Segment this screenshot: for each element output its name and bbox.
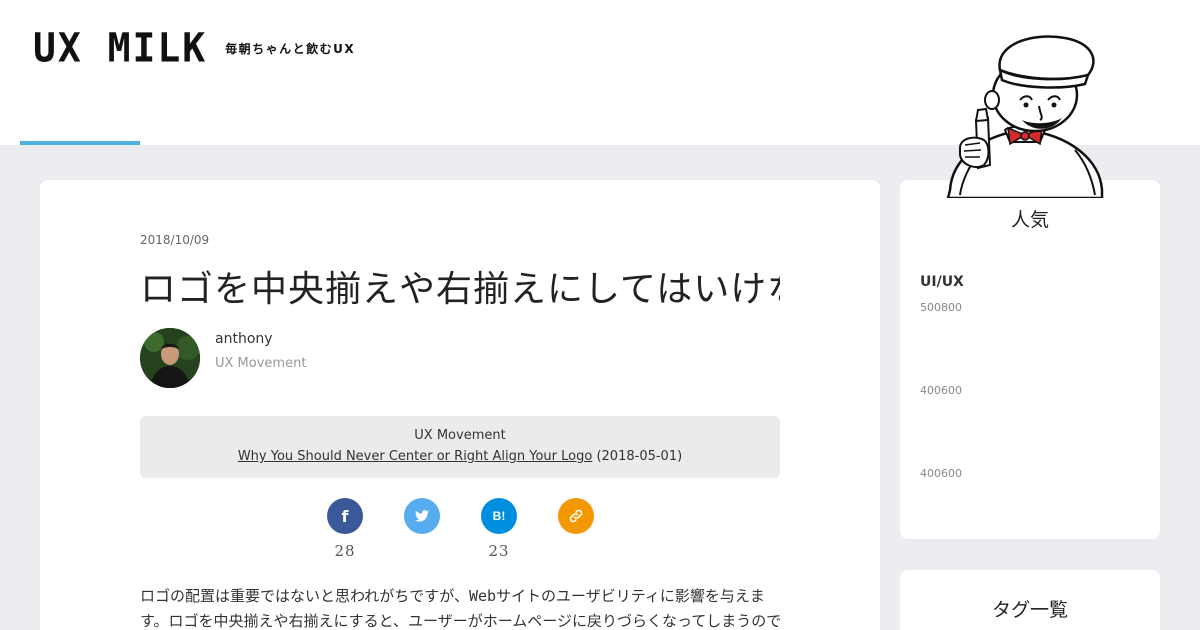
ranking-item[interactable]: 400600 xyxy=(920,384,962,397)
source-line: Why You Should Never Center or Right Ali… xyxy=(140,449,780,464)
author-avatar[interactable] xyxy=(140,328,200,388)
source-box: UX Movement Why You Should Never Center … xyxy=(140,416,780,478)
source-name: UX Movement xyxy=(414,428,506,443)
facebook-share-count: 28 xyxy=(334,542,356,560)
share-hatena: B! 23 xyxy=(481,498,517,560)
author-name[interactable]: anthony xyxy=(215,331,273,347)
ranking-item[interactable]: 400600 xyxy=(920,467,962,480)
site-logo[interactable]: UX MILK 毎朝ちゃんと飲むUX xyxy=(33,25,356,71)
author-photo xyxy=(140,328,200,388)
twitter-icon xyxy=(415,510,429,522)
tags-widget-title: タグ一覧 xyxy=(991,599,1068,621)
copy-link-button[interactable] xyxy=(558,498,594,534)
ranking-category[interactable]: UI/UX xyxy=(920,274,964,290)
hatena-bookmark-icon: B! xyxy=(492,509,506,523)
twitter-share-button[interactable] xyxy=(404,498,440,534)
source-date: (2018-05-01) xyxy=(596,449,683,464)
hatena-share-count: 23 xyxy=(488,542,510,560)
facebook-share-button[interactable]: f xyxy=(327,498,363,534)
milkman-mascot-illustration xyxy=(946,35,1104,198)
article-intro: ロゴの配置は重要ではないと思われがちですが、Webサイトのユーザビリティに影響を… xyxy=(140,587,782,630)
ranking-item[interactable]: 500800 xyxy=(920,301,962,314)
post-date: 2018/10/09 xyxy=(140,233,210,247)
share-twitter xyxy=(404,498,440,542)
link-icon xyxy=(569,509,583,523)
ranking-widget: 人気 UI/UX 500800 400600 400600 xyxy=(900,180,1160,539)
share-facebook: f 28 xyxy=(327,498,363,560)
hatena-share-button[interactable]: B! xyxy=(481,498,517,534)
facebook-icon: f xyxy=(341,506,349,526)
nav-active-indicator xyxy=(20,141,140,145)
tags-widget: タグ一覧 xyxy=(900,570,1160,630)
author-source: UX Movement xyxy=(215,356,307,371)
article-title: ロゴを中央揃えや右揃えにしてはいけない理由とは？ xyxy=(140,269,780,310)
share-link xyxy=(558,498,594,542)
logo-tagline: 毎朝ちゃんと飲むUX xyxy=(225,41,356,56)
source-article-link[interactable]: Why You Should Never Center or Right Ali… xyxy=(238,449,593,464)
article-card: 2018/10/09 ロゴを中央揃えや右揃えにしてはいけない理由とは？ anth… xyxy=(40,180,880,630)
ranking-title: 人気 xyxy=(1010,209,1049,231)
logo-wordmark[interactable]: UX MILK xyxy=(33,25,207,71)
